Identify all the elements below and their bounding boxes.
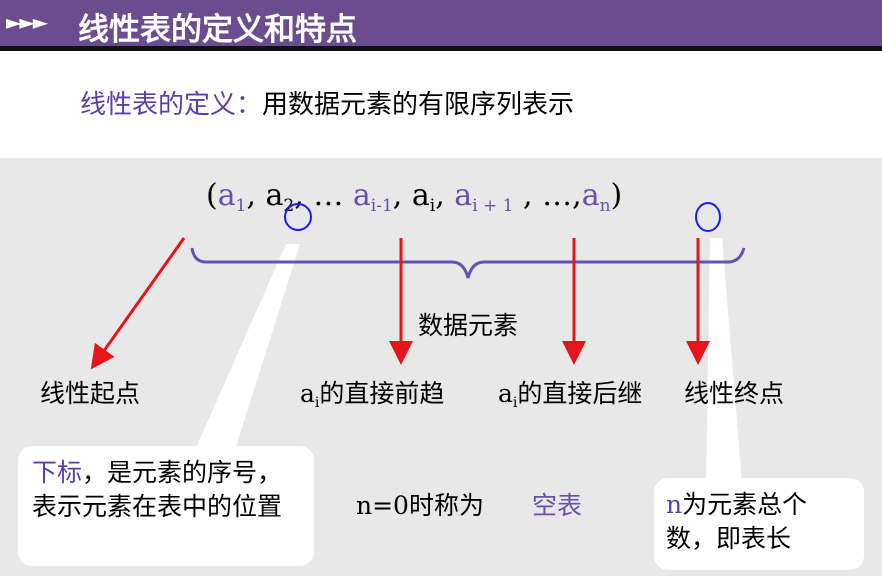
empty-table-line: n=0时称为 空表 — [356, 491, 582, 520]
callout-index-pointer — [195, 244, 300, 450]
callout-index: 下标，是元素的序号，表示元素在表中的位置 — [18, 446, 314, 566]
index-circle-icon — [284, 203, 312, 231]
start-label: 线性起点 — [40, 379, 141, 408]
arrow-start — [90, 237, 186, 370]
n-circle-icon — [695, 202, 721, 232]
successor-label: ai的直接后继 — [498, 379, 643, 411]
data-elements-label: 数据元素 — [418, 311, 519, 340]
end-label: 线性终点 — [684, 379, 785, 408]
callout-count-pointer — [706, 238, 742, 482]
empty-table-word: 空表 — [531, 491, 582, 520]
callout-count: n为元素总个数，即表长 — [654, 478, 864, 570]
predecessor-label: ai的直接前趋 — [300, 379, 445, 411]
